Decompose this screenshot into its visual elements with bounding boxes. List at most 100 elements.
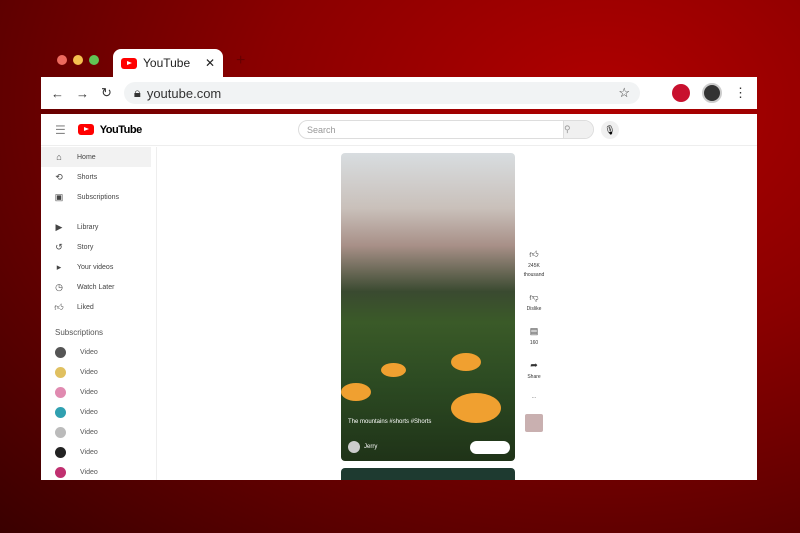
short-video-player[interactable]: The mountains #shorts #Shorts Jerry: [341, 153, 515, 461]
subscriptions-heading: Subscriptions: [55, 328, 104, 337]
channel-avatar: [55, 366, 66, 378]
short-actions: 👍︎ 245K thousand 👎︎ Dislike ▤ 160 ➦ Share ...: [519, 249, 549, 432]
subscription-label: Video: [80, 428, 98, 436]
search-button[interactable]: ⚲: [563, 121, 593, 138]
subscription-label: Video: [80, 468, 98, 476]
sidebar-item-label: Subscriptions: [77, 193, 120, 201]
youtube-favicon-icon: [121, 57, 137, 69]
channel-avatar: [55, 406, 66, 418]
sidebar-item-story[interactable]: ↺ Story: [41, 237, 156, 257]
subscription-item[interactable]: Video: [41, 362, 156, 382]
clock-icon: ◷: [55, 281, 63, 292]
history-icon: ↺: [55, 241, 63, 252]
sidebar-item-subscriptions[interactable]: ▣ Subscriptions: [41, 187, 156, 207]
address-bar[interactable]: 🔒︎ youtube.com ☆: [123, 82, 640, 104]
comment-icon: ▤: [529, 326, 539, 336]
youtube-logo-icon: [77, 124, 94, 135]
profile-avatar[interactable]: [702, 83, 722, 103]
subscription-item[interactable]: Video: [41, 402, 156, 422]
next-short-preview[interactable]: [341, 468, 515, 480]
subscription-item[interactable]: Video: [41, 342, 156, 362]
dislike-button[interactable]: 👎︎ Dislike: [527, 292, 542, 312]
search-icon: ⚲: [564, 124, 571, 134]
home-icon: ⌂: [56, 152, 62, 162]
subscription-label: Video: [80, 408, 98, 416]
sidebar-item-label: Liked: [77, 303, 94, 311]
search-box[interactable]: Search ⚲: [298, 120, 594, 139]
like-button[interactable]: 👍︎ 245K thousand: [524, 249, 545, 278]
channel-avatar[interactable]: [348, 441, 360, 453]
sidebar-item-label: Story: [77, 243, 94, 251]
subscription-label: Video: [80, 388, 98, 396]
more-button[interactable]: ...: [532, 394, 536, 400]
browser-toolbar: ← → ↻ 🔒︎ youtube.com ☆ ⋮: [41, 77, 757, 109]
channel-avatar: [55, 386, 66, 398]
subscription-label: Video: [80, 348, 98, 356]
browser-tab[interactable]: YouTube ✕: [113, 49, 223, 77]
youtube-logo[interactable]: YouTube: [77, 123, 142, 136]
tab-title: YouTube: [143, 56, 191, 70]
tomato-extension-icon[interactable]: [672, 84, 690, 102]
sidebar-item-home[interactable]: ⌂ Home: [41, 147, 151, 167]
subscription-item[interactable]: Video: [41, 422, 156, 442]
sidebar-item-label: Your videos: [77, 263, 114, 271]
subscription-item[interactable]: Video: [41, 462, 156, 480]
sidebar-item-label: Shorts: [77, 173, 98, 181]
sidebar-item-your-videos[interactable]: ▸ Your videos: [41, 257, 156, 277]
comments-button[interactable]: ▤ 160: [530, 326, 539, 346]
back-icon[interactable]: ←: [51, 86, 64, 101]
share-button[interactable]: ➦ Share: [527, 360, 540, 380]
dislike-label: Dislike: [526, 306, 542, 312]
channel-avatar: [55, 466, 66, 478]
close-window-button[interactable]: [57, 55, 67, 65]
search-input[interactable]: Search: [299, 125, 563, 135]
more-icon: ...: [531, 394, 537, 400]
subscription-item[interactable]: Video: [41, 442, 156, 462]
sidebar-item-shorts[interactable]: ⟲ Shorts: [41, 167, 156, 187]
maximize-window-button[interactable]: [89, 55, 99, 65]
sound-thumbnail[interactable]: [525, 414, 543, 432]
youtube-page: ☰ YouTube Search ⚲ 🎙︎ ⌂ Home ⟲ Shorts ▣ Subsc…: [41, 114, 757, 480]
sidebar-item-label: Watch Later: [77, 283, 115, 291]
subscription-label: Video: [80, 368, 98, 376]
sidebar-item-library[interactable]: ▶ Library: [41, 217, 156, 237]
browser-menu-icon[interactable]: ⋮: [734, 85, 747, 101]
sidebar-item-label: Library: [77, 223, 99, 231]
minimize-window-button[interactable]: [73, 55, 83, 65]
subscription-label: Video: [80, 448, 98, 456]
sidebar-item-label: Home: [77, 153, 96, 161]
subscribe-button[interactable]: [470, 441, 510, 454]
library-icon: ▶: [55, 221, 63, 232]
like-unit: thousand: [523, 272, 545, 278]
youtube-header: ☰ YouTube Search ⚲ 🎙︎: [41, 114, 757, 146]
your-videos-icon: ▸: [56, 261, 62, 272]
channel-name[interactable]: Jerry: [364, 444, 377, 450]
hamburger-menu-icon[interactable]: ☰: [55, 123, 66, 137]
logo-text: YouTube: [99, 123, 142, 136]
window-controls: [57, 55, 99, 65]
shorts-icon: ⟲: [55, 171, 63, 182]
sidebar-item-liked[interactable]: 👍︎ Liked: [41, 297, 156, 317]
forward-icon[interactable]: →: [76, 86, 89, 101]
share-label: Share: [527, 374, 541, 380]
like-icon: 👍︎: [54, 301, 64, 312]
lock-icon: 🔒︎: [133, 85, 141, 100]
bookmark-star-icon[interactable]: ☆: [618, 85, 630, 101]
close-tab-icon[interactable]: ✕: [205, 56, 215, 70]
short-caption: The mountains #shorts #Shorts: [348, 419, 432, 425]
comment-count: 160: [529, 340, 539, 346]
sidebar: ⌂ Home ⟲ Shorts ▣ Subscriptions ▶ Library ↺ Stor…: [41, 147, 157, 480]
thumbs-down-icon: 👎︎: [529, 292, 539, 302]
channel-avatar: [55, 346, 66, 358]
channel-avatar: [55, 446, 66, 458]
thumbs-up-icon: 👍︎: [529, 249, 539, 259]
url-text: youtube.com: [146, 85, 222, 101]
channel-info[interactable]: Jerry: [348, 441, 377, 453]
channel-avatar: [55, 426, 66, 438]
subscription-item[interactable]: Video: [41, 382, 156, 402]
reload-icon[interactable]: ↻: [101, 85, 112, 101]
sidebar-item-watch-later[interactable]: ◷ Watch Later: [41, 277, 156, 297]
voice-search-icon[interactable]: 🎙︎: [601, 121, 619, 139]
new-tab-button[interactable]: +: [236, 52, 245, 70]
like-count: 245K: [528, 263, 540, 269]
